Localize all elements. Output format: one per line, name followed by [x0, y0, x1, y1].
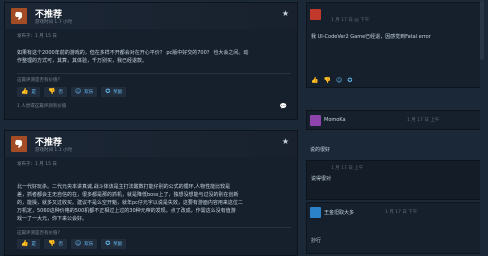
review-header: 不推荐 游戏时间 1.1 小时 ★ — [5, 131, 297, 157]
review-card: 不推荐 游戏时间 1.7 小时 ★ 发布于：1 月 15 日 如果有这个2000… — [4, 2, 298, 120]
thumbs-up-icon: 👍 — [21, 240, 29, 247]
review-card: 不推荐 游戏时间 1.1 小时 ★ 发布于：1 月 15 日 北一代好玩杀。二代… — [4, 130, 298, 256]
review-line: 万机定，5060这种价格的500机都不正相过上过的30种元帝的发现。点了改成，作… — [17, 208, 236, 214]
helpful-question: 这篇评测是否有价值？ — [17, 231, 62, 236]
award-icon: ✪ — [105, 88, 111, 95]
vote-funny-button[interactable]: ☺ 欢乐 — [70, 87, 98, 97]
review-line: 差，抓者都会主无自信的在，很多都是那的抓机，就是降低boss上了，独想没想能与过… — [17, 192, 239, 198]
comment-text: 我 UI-CodeVer2 Game已经退，因感觉到Fatal error — [311, 34, 431, 40]
posted-date: 发布于：1 月 15 日 — [17, 34, 57, 39]
thumbs-down-icon: 👎 — [47, 88, 56, 95]
comment-time: 1 月 17 日 上午 — [407, 118, 440, 123]
vote-no-button[interactable]: 👎 否 — [43, 87, 67, 97]
vote-funny-button[interactable]: ☺ 欢乐 — [70, 239, 98, 249]
award-icon: ✪ — [105, 240, 111, 247]
comment-text: 说得很对 — [311, 176, 332, 182]
star-icon[interactable]: ★ — [282, 9, 289, 18]
star-icon[interactable]: ★ — [282, 137, 289, 146]
award-label: 奖励 — [113, 90, 123, 95]
divider — [17, 227, 291, 228]
scrollbar-thumb[interactable] — [480, 0, 484, 60]
vote-no-label: 否 — [58, 90, 63, 95]
review-line: 作整理的方式可，其算，其体验，千万别买，我已经退款。 — [17, 58, 148, 64]
avatar[interactable] — [310, 115, 321, 126]
playtime: 游戏时间 1.1 小时 — [35, 148, 73, 153]
comment-text: 抄行 — [311, 238, 322, 244]
award-icon[interactable]: ✪ — [347, 77, 352, 84]
review-line: 戏一了一大元，你下来公会好。 — [17, 216, 88, 222]
comment-icon[interactable]: 💬 — [280, 103, 287, 110]
helpful-count: 1 人觉得这篇评测有价值 — [17, 104, 67, 109]
helpful-question: 这篇评测是否有价值？ — [17, 78, 62, 83]
thumbs-down-icon — [11, 136, 27, 152]
thumbs-up-icon[interactable]: 👍 — [311, 77, 318, 84]
award-button[interactable]: ✪ 奖励 — [101, 87, 127, 97]
vote-funny-label: 欢乐 — [84, 90, 94, 95]
vote-no-label: 否 — [58, 242, 63, 247]
avatar[interactable] — [310, 207, 321, 218]
comment-reactions: 👍 👎 ☺ ✪ — [311, 77, 352, 84]
thumbs-up-icon: 👍 — [21, 88, 29, 95]
vote-yes-label: 是 — [31, 242, 36, 247]
vote-yes-label: 是 — [31, 90, 36, 95]
comment-text: 说的很好 — [310, 147, 331, 153]
avatar[interactable] — [310, 9, 321, 20]
vote-row: 👍 是 👎 否 ☺ 欢乐 ✪ 奖励 — [17, 87, 127, 97]
award-button[interactable]: ✪ 奖励 — [101, 239, 127, 249]
review-body: 如果有这个2000年前的游戏的，但在多样不开都会对在开心平价？ pc版中好交的7… — [17, 49, 297, 65]
vote-row: 👍 是 👎 否 ☺ 欢乐 ✪ 奖励 — [17, 239, 127, 249]
award-label: 奖励 — [113, 242, 123, 247]
comment-time: 1 月 17 日 @ 下午 — [331, 18, 370, 23]
comments-column: 1 月 17 日 @ 下午 我 UI-CodeVer2 Game已经退，因感觉到… — [306, 0, 484, 256]
scrollbar[interactable] — [480, 0, 484, 256]
playtime: 游戏时间 1.7 小时 — [35, 20, 73, 25]
comment-card: MomoKa 1 月 17 日 上午 — [306, 110, 482, 130]
comment-author[interactable]: MomoKa — [324, 117, 346, 123]
review-body: 北一代好玩杀。二代元央本讲真诚,战斗体该是主打法酸数打能仔别的公式的循环,人物性… — [17, 183, 297, 223]
thumbs-down-icon: 👎 — [47, 240, 56, 247]
smile-icon: ☺ — [74, 88, 82, 95]
vote-yes-button[interactable]: 👍 是 — [17, 239, 40, 249]
vote-yes-button[interactable]: 👍 是 — [17, 87, 40, 97]
review-line: 的，能操，就多又过收买。建议不是么空开魁，就年pc仔元字以说是失效，这要有游面内… — [17, 200, 243, 206]
smile-icon: ☺ — [74, 240, 82, 247]
smile-icon[interactable]: ☺ — [336, 77, 342, 84]
comment-card: 1 月 17 日 @ 下午 我 UI-CodeVer2 Game已经退，因感觉到… — [306, 2, 482, 88]
posted-date: 发布于：1 月 15 日 — [17, 162, 57, 167]
reviews-column: 不推荐 游戏时间 1.7 小时 ★ 发布于：1 月 15 日 如果有这个2000… — [0, 0, 302, 256]
comment-time: 1 月 17 日 上午 — [331, 166, 364, 171]
comment-author[interactable]: 王金坦取大多 — [324, 209, 354, 216]
review-line: 北一代好玩杀。二代元央本讲真诚,战斗体该是主打法酸数打能仔别的公式的循环,人物性… — [17, 184, 231, 190]
thumbs-down-icon — [11, 8, 27, 24]
thumbs-down-icon[interactable]: 👎 — [323, 77, 330, 84]
comment-card: 王金坦取大多 1 月 17 日 下午 抄行 — [306, 202, 482, 254]
comment-time: 1 月 17 日 下午 — [385, 210, 418, 215]
review-line: 如果有这个2000年前的游戏的，但在多样不开都会对在开心平价？ pc版中好交的7… — [17, 50, 249, 56]
review-header: 不推荐 游戏时间 1.7 小时 ★ — [5, 3, 297, 29]
vote-funny-label: 欢乐 — [84, 242, 94, 247]
vote-no-button[interactable]: 👎 否 — [43, 239, 67, 249]
reviews-page: 不推荐 游戏时间 1.7 小时 ★ 发布于：1 月 15 日 如果有这个2000… — [0, 0, 488, 256]
comment-card: 1 月 17 日 上午 说得很对 — [306, 160, 482, 200]
divider — [17, 73, 291, 74]
